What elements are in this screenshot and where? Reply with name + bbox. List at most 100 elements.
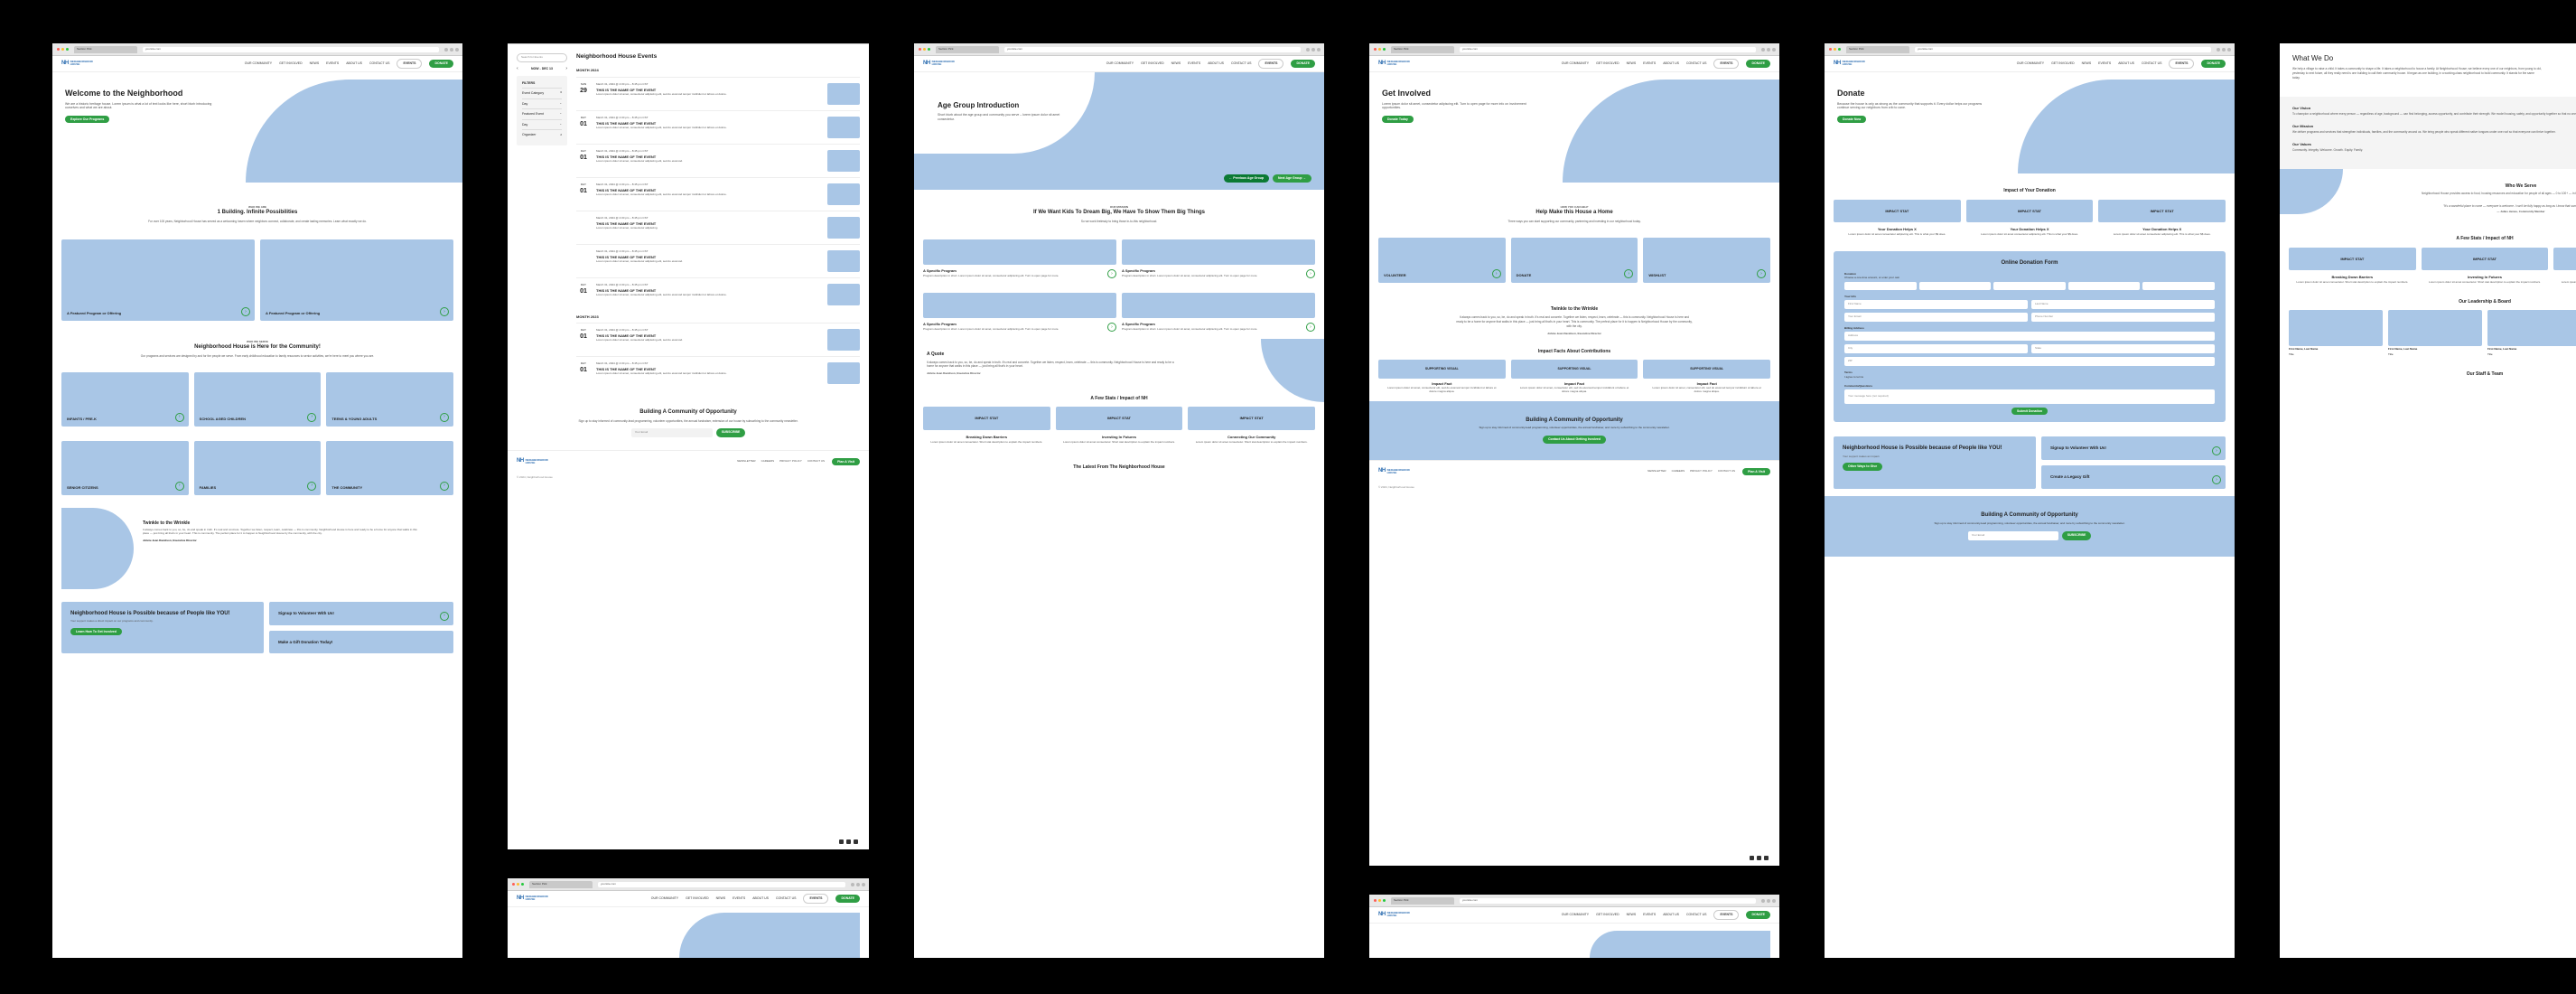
event-row[interactable]: March 31, 2024 @ 4:30 pm – 8:45 pm CST T…	[576, 244, 860, 277]
phone-field[interactable]: Phone Number	[2031, 313, 2215, 322]
nav-news[interactable]: NEWS	[2082, 61, 2092, 66]
arrow-icon[interactable]: ›	[1624, 269, 1633, 278]
footer-newsletter[interactable]: NEWSLETTER	[737, 460, 756, 464]
nav-community[interactable]: OUR COMMUNITY	[1562, 61, 1589, 66]
volunteer-card[interactable]: Signup to Volunteer With Us!›	[2041, 436, 2226, 460]
zip-field[interactable]: ZIP	[1844, 357, 2215, 366]
events-button[interactable]: EVENTS	[2169, 59, 2194, 69]
twitter-icon[interactable]	[854, 839, 858, 844]
address-bar[interactable]: yoursite.com	[143, 47, 439, 52]
arrow-icon[interactable]: ›	[440, 307, 449, 316]
nav-news[interactable]: NEWS	[310, 61, 320, 66]
filter-organizer[interactable]: Organizer2	[522, 129, 562, 140]
nav-events[interactable]: EVENTS	[1188, 61, 1200, 66]
submit-donation-button[interactable]: Submit Donation	[2011, 408, 2048, 415]
event-search[interactable]: Search for Events	[517, 53, 567, 62]
hero-cta[interactable]: Explore Our Programs	[65, 116, 109, 124]
address-bar[interactable]: yoursite.com	[1915, 47, 2211, 52]
nav-about[interactable]: ABOUT US	[346, 61, 362, 66]
footer-privacy[interactable]: PRIVACY POLICY	[1690, 470, 1713, 474]
email-field[interactable]: Your Email	[1844, 313, 2028, 322]
arrow-icon[interactable]: ›	[175, 482, 184, 491]
amount-option[interactable]	[1844, 282, 1917, 290]
address-bar[interactable]: yoursite.com	[1004, 47, 1301, 52]
city-field[interactable]: City	[1844, 344, 2028, 353]
arrow-icon[interactable]: ›	[1306, 269, 1315, 278]
nav-news[interactable]: NEWS	[1627, 913, 1637, 917]
nav-involved[interactable]: GET INVOLVED	[279, 61, 303, 66]
state-field[interactable]: State	[2031, 344, 2215, 353]
events-button[interactable]: EVENTS	[397, 59, 422, 69]
address-field[interactable]: Address	[1844, 332, 2215, 341]
address-bar[interactable]: yoursite.com	[598, 882, 845, 887]
program-card[interactable]: A Specific ProgramProgram description in…	[1122, 239, 1315, 278]
instagram-icon[interactable]	[1757, 856, 1761, 860]
arrow-icon[interactable]: ›	[440, 413, 449, 422]
tile-volunteer[interactable]: VOLUNTEER›	[1378, 238, 1506, 283]
arrow-icon[interactable]: ›	[175, 413, 184, 422]
events-button[interactable]: EVENTS	[1713, 59, 1739, 69]
featured-card-2[interactable]: A Featured Program or Offering ›	[260, 239, 453, 321]
footer-cta[interactable]: Plan A Visit	[832, 458, 860, 466]
terms-checkbox[interactable]: I agree to terms	[1844, 376, 2215, 380]
event-row[interactable]: DAY01 March 31, 2024 @ 4:30 pm – 8:45 pm…	[576, 356, 860, 389]
newsletter-submit[interactable]: SUBSCRIBE	[716, 428, 746, 437]
events-button[interactable]: EVENTS	[803, 894, 828, 904]
donate-button[interactable]: DONATE	[835, 895, 860, 903]
gift-card[interactable]: Make a Gift Donation Today!	[269, 631, 453, 654]
events-button[interactable]: EVENTS	[1713, 910, 1739, 920]
event-row[interactable]: DAY01 March 31, 2024 @ 4:30 pm – 8:45 pm…	[576, 177, 860, 211]
possible-cta[interactable]: Learn How To Get Involved	[70, 628, 122, 636]
event-row[interactable]: SUN29 March 31, 2024 @ 4:30 pm – 8:45 pm…	[576, 77, 860, 110]
first-name-field[interactable]: First Name	[1844, 300, 2028, 309]
nav-events[interactable]: EVENTS	[2098, 61, 2111, 66]
nav-contact[interactable]: CONTACT US	[1686, 61, 1706, 66]
nav-involved[interactable]: GET INVOLVED	[686, 896, 709, 901]
nav-community[interactable]: OUR COMMUNITY	[1106, 61, 1134, 66]
filter-category[interactable]: Event Category6	[522, 88, 562, 98]
inv-cta[interactable]: Donate Today	[1382, 116, 1414, 124]
nav-community[interactable]: OUR COMMUNITY	[651, 896, 678, 901]
donate-button[interactable]: DONATE	[1746, 911, 1770, 919]
amount-option[interactable]	[2142, 282, 2215, 290]
amount-option[interactable]	[1919, 282, 1992, 290]
nav-events[interactable]: EVENTS	[1643, 61, 1656, 66]
legacy-card[interactable]: Create a Legacy Gift›	[2041, 465, 2226, 489]
amount-option[interactable]	[1993, 282, 2066, 290]
logo[interactable]: NHNEIGHBORHOODHOUSE	[1378, 61, 1410, 68]
newsletter-email[interactable]: Your Email	[631, 428, 713, 437]
nav-community[interactable]: OUR COMMUNITY	[1562, 913, 1589, 917]
event-row[interactable]: DAY01 March 31, 2024 @ 4:30 pm – 8:45 pm…	[576, 323, 860, 356]
aud-card-school[interactable]: SCHOOL AGED CHILDREN›	[194, 372, 322, 427]
newsletter-submit[interactable]: SUBSCRIBE	[2062, 531, 2092, 540]
footer-logo[interactable]: NHNEIGHBORHOODHOUSE	[1378, 468, 1410, 475]
possible-cta[interactable]: Other Ways to Give	[1843, 463, 1882, 471]
arrow-icon[interactable]: ›	[1107, 269, 1116, 278]
footer-newsletter[interactable]: NEWSLETTER	[1647, 470, 1666, 474]
logo[interactable]: NHNEIGHBORHOODHOUSE	[923, 61, 955, 68]
twitter-icon[interactable]	[1764, 856, 1769, 860]
aud-card-families[interactable]: FAMILIES›	[194, 441, 322, 495]
event-row[interactable]: DAY01 March 31, 2024 @ 4:30 pm – 8:45 pm…	[576, 110, 860, 144]
nav-involved[interactable]: GET INVOLVED	[2051, 61, 2075, 66]
amount-option[interactable]	[2068, 282, 2141, 290]
arrow-icon[interactable]: ›	[1306, 323, 1315, 332]
logo[interactable]: NHNEIGHBORHOODHOUSE	[1378, 912, 1410, 919]
aud-card-community[interactable]: THE COMMUNITY›	[326, 441, 453, 495]
nav-contact[interactable]: CONTACT US	[1231, 61, 1251, 66]
prev-age-button[interactable]: ← Previous Age Group	[1224, 174, 1269, 183]
aud-card-infants[interactable]: INFANTS / PRE-K›	[61, 372, 189, 427]
filter-day[interactable]: Day⌄	[522, 98, 562, 109]
logo[interactable]: NHNEIGHBORHOODHOUSE	[517, 896, 548, 903]
footer-contact[interactable]: CONTACT US	[807, 460, 825, 464]
nav-involved[interactable]: GET INVOLVED	[1596, 913, 1619, 917]
instagram-icon[interactable]	[846, 839, 851, 844]
nav-events[interactable]: EVENTS	[326, 61, 339, 66]
nav-involved[interactable]: GET INVOLVED	[1596, 61, 1619, 66]
browser-tab[interactable]: Section Pick	[74, 46, 137, 53]
browser-tab[interactable]: Section Pick	[529, 881, 593, 888]
nav-about[interactable]: ABOUT US	[1208, 61, 1224, 66]
footer-careers[interactable]: CAREERS	[761, 460, 775, 464]
program-card[interactable]: A Specific ProgramProgram description in…	[923, 239, 1116, 278]
nav-involved[interactable]: GET INVOLVED	[1141, 61, 1164, 66]
